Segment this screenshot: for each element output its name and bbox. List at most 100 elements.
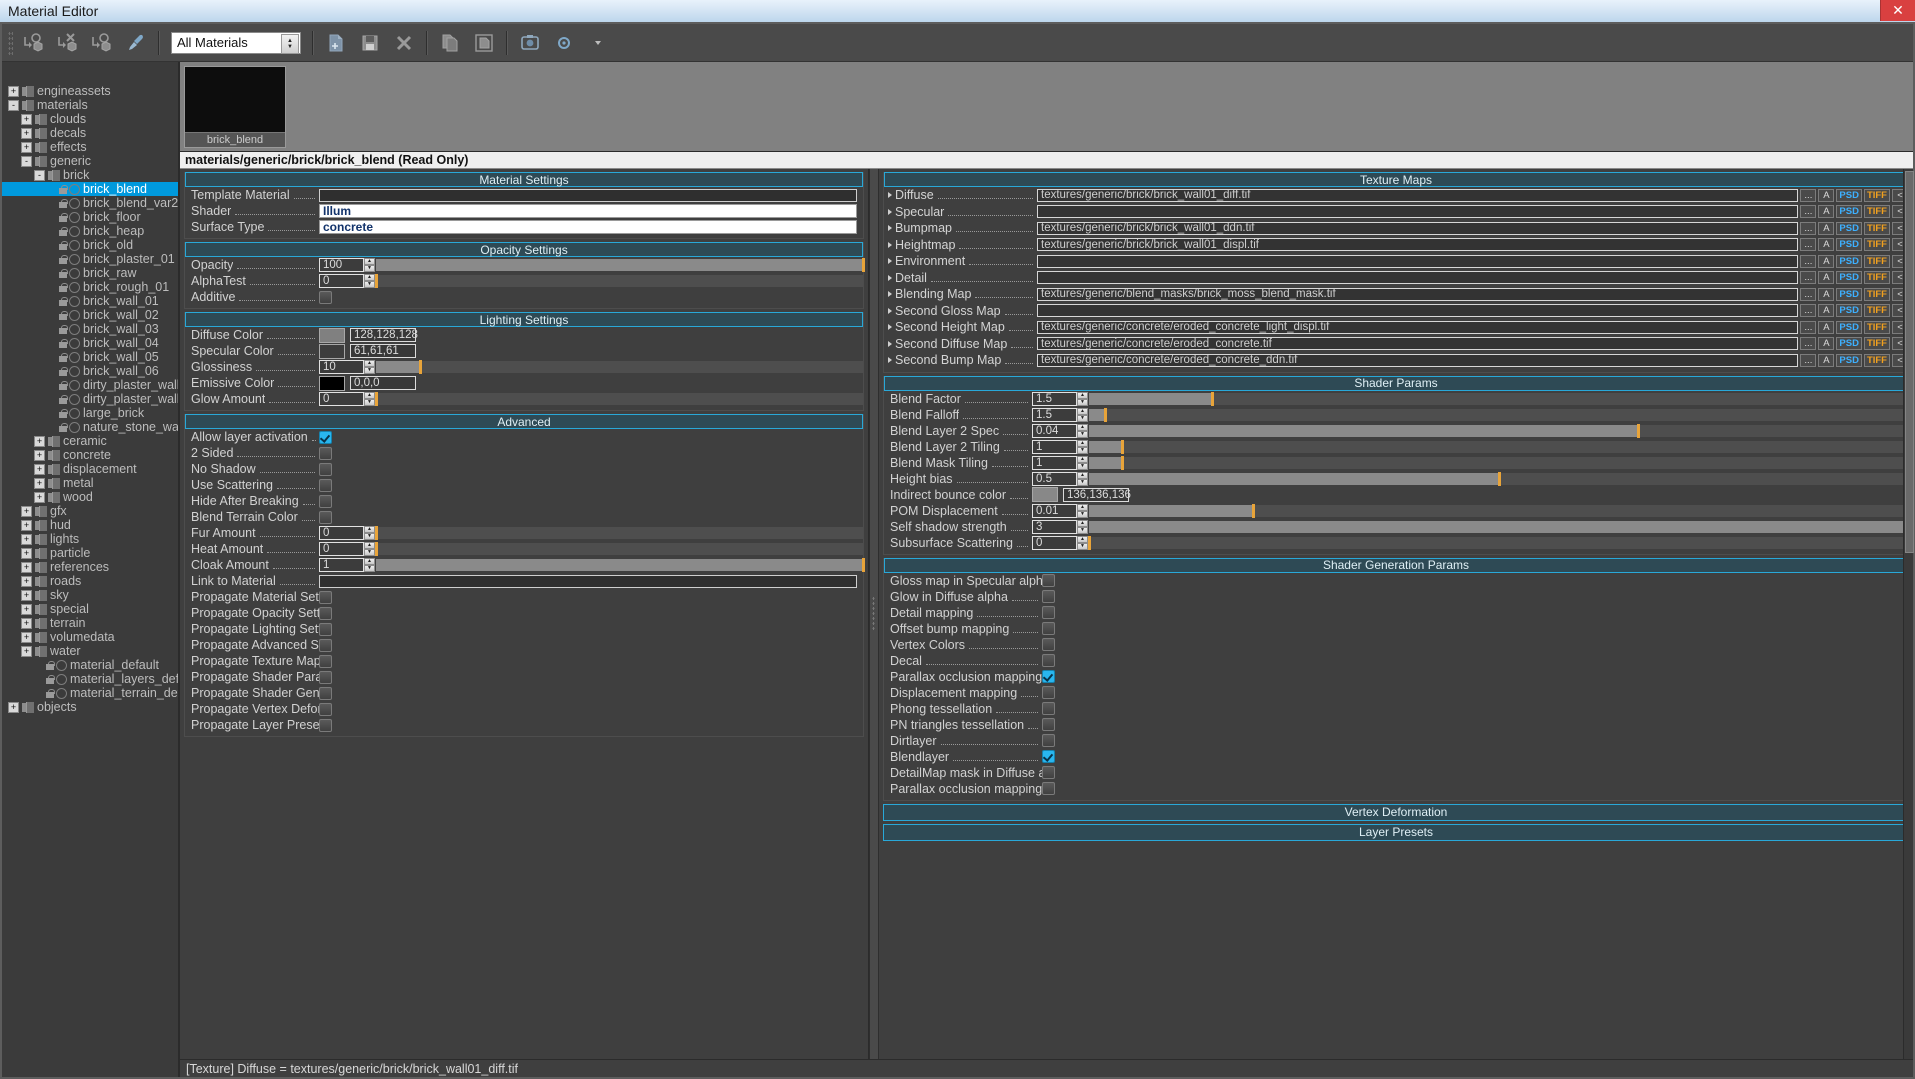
numeric-input[interactable]: 1 (1032, 456, 1077, 470)
checkbox-no-shadow[interactable] (319, 463, 332, 476)
texture-path-input[interactable]: textures/generic/brick/brick_wall01_disp… (1037, 238, 1798, 251)
texture-button-a[interactable]: A (1818, 354, 1834, 367)
checkbox-propagate-vertex-deformation[interactable] (319, 703, 332, 716)
delete-material-icon[interactable] (387, 27, 421, 59)
tree-item-material_default[interactable]: material_default (2, 658, 178, 672)
tree-expander-objects[interactable]: + (8, 702, 19, 713)
tree-item-brick_wall_02[interactable]: brick_wall_02 (2, 308, 178, 322)
tree-item-brick_raw[interactable]: brick_raw (2, 266, 178, 280)
numeric-input[interactable]: 1 (319, 558, 364, 572)
toolbar-grip[interactable] (8, 31, 13, 55)
tree-expander-engineassets[interactable]: + (8, 86, 19, 97)
spinner-control[interactable]: ▲▼ (1077, 536, 1088, 550)
assign-material-to-selection-icon[interactable] (17, 27, 51, 59)
tree-item-special[interactable]: +special (2, 602, 178, 616)
texture-button-psd[interactable]: PSD (1836, 337, 1862, 350)
texture-button-x[interactable]: ... (1800, 337, 1816, 350)
checkbox-2-sided[interactable] (319, 447, 332, 460)
expand-arrow-icon[interactable] (888, 308, 892, 314)
checkbox-decal[interactable] (1042, 654, 1055, 667)
value-slider[interactable] (376, 559, 863, 571)
tree-expander-materials[interactable]: - (8, 100, 19, 111)
checkbox-detailmap-mask-in-diffuse-alpha[interactable] (1042, 766, 1055, 779)
texture-button-x[interactable]: ... (1800, 288, 1816, 301)
texture-button-a[interactable]: A (1818, 255, 1834, 268)
color-swatch[interactable] (1032, 487, 1058, 502)
tree-item-clouds[interactable]: +clouds (2, 112, 178, 126)
close-window-button[interactable]: ✕ (1880, 0, 1915, 21)
texture-button-x[interactable]: ... (1800, 255, 1816, 268)
tree-item-brick_plaster_01[interactable]: brick_plaster_01 (2, 252, 178, 266)
texture-path-input[interactable] (1037, 255, 1798, 268)
tree-item-roads[interactable]: +roads (2, 574, 178, 588)
numeric-input[interactable]: 100 (319, 258, 364, 272)
texture-button-psd[interactable]: PSD (1836, 271, 1862, 284)
numeric-input[interactable]: 0.04 (1032, 424, 1077, 438)
tree-item-displacement[interactable]: +displacement (2, 462, 178, 476)
checkbox-dirtlayer[interactable] (1042, 734, 1055, 747)
tree-expander-wood[interactable]: + (34, 492, 45, 503)
tree-item-lights[interactable]: +lights (2, 532, 178, 546)
texture-button-psd[interactable]: PSD (1836, 222, 1862, 235)
spinner-control[interactable]: ▲▼ (364, 542, 375, 556)
tree-expander-special[interactable]: + (21, 604, 32, 615)
texture-button-x[interactable]: ... (1800, 238, 1816, 251)
value-slider[interactable] (1089, 393, 1908, 405)
expand-arrow-icon[interactable] (888, 242, 892, 248)
checkbox-propagate-layer-presets[interactable] (319, 719, 332, 732)
tree-item-materials[interactable]: -materials (2, 98, 178, 112)
texture-button-psd[interactable]: PSD (1836, 354, 1862, 367)
tree-item-gfx[interactable]: +gfx (2, 504, 178, 518)
tree-item-brick_wall_01[interactable]: brick_wall_01 (2, 294, 178, 308)
color-value[interactable]: 128,128,128 (350, 328, 416, 342)
texture-button-a[interactable]: A (1818, 288, 1834, 301)
color-value[interactable]: 136,136,136 (1063, 488, 1129, 502)
texture-button-tiff[interactable]: TIFF (1864, 205, 1890, 218)
checkbox-displacement-mapping[interactable] (1042, 686, 1055, 699)
group-header[interactable]: Opacity Settings (185, 242, 863, 257)
preview-material-icon[interactable] (513, 27, 547, 59)
numeric-input[interactable]: 0.5 (1032, 472, 1077, 486)
texture-button-a[interactable]: A (1818, 321, 1834, 334)
tree-item-brick_heap[interactable]: brick_heap (2, 224, 178, 238)
numeric-input[interactable]: 0 (319, 392, 364, 406)
texture-path-input[interactable] (1037, 205, 1798, 218)
material-settings-icon[interactable] (547, 27, 581, 59)
texture-button-a[interactable]: A (1818, 238, 1834, 251)
texture-button-tiff[interactable]: TIFF (1864, 222, 1890, 235)
expand-arrow-icon[interactable] (888, 341, 892, 347)
text-input[interactable]: concrete (319, 220, 857, 234)
tree-item-effects[interactable]: +effects (2, 140, 178, 154)
material-filter-spinner[interactable]: ▲▼ (281, 34, 299, 54)
value-slider[interactable] (1089, 409, 1908, 421)
texture-button-psd[interactable]: PSD (1836, 288, 1862, 301)
tree-item-brick_blend[interactable]: brick_blend (2, 182, 178, 196)
group-header[interactable]: Material Settings (185, 172, 863, 187)
spinner-control[interactable]: ▲▼ (1077, 520, 1088, 534)
group-header[interactable]: Shader Generation Params (884, 558, 1908, 573)
value-slider[interactable] (376, 393, 863, 405)
tree-expander-sky[interactable]: + (21, 590, 32, 601)
checkbox-propagate-material-settings[interactable] (319, 591, 332, 604)
texture-path-input[interactable] (1037, 304, 1798, 317)
tree-item-dirty_plaster_wall_a[interactable]: dirty_plaster_wall_a (2, 378, 178, 392)
color-swatch[interactable] (319, 344, 345, 359)
copy-material-icon[interactable] (433, 27, 467, 59)
value-slider[interactable] (376, 275, 863, 287)
numeric-input[interactable]: 10 (319, 360, 364, 374)
tree-item-metal[interactable]: +metal (2, 476, 178, 490)
texture-button-tiff[interactable]: TIFF (1864, 337, 1890, 350)
tree-item-hud[interactable]: +hud (2, 518, 178, 532)
value-slider[interactable] (376, 361, 863, 373)
checkbox-propagate-opacity-settings[interactable] (319, 607, 332, 620)
tree-expander-water[interactable]: + (21, 646, 32, 657)
checkbox-hide-after-breaking[interactable] (319, 495, 332, 508)
spinner-control[interactable]: ▲▼ (364, 558, 375, 572)
value-slider[interactable] (1089, 505, 1908, 517)
spinner-control[interactable]: ▲▼ (1077, 408, 1088, 422)
texture-button-psd[interactable]: PSD (1836, 304, 1862, 317)
expand-arrow-icon[interactable] (888, 209, 892, 215)
texture-button-x[interactable]: ... (1800, 354, 1816, 367)
material-filter-combo[interactable]: All Materials ▲▼ (171, 32, 301, 54)
color-value[interactable]: 0,0,0 (350, 376, 416, 390)
